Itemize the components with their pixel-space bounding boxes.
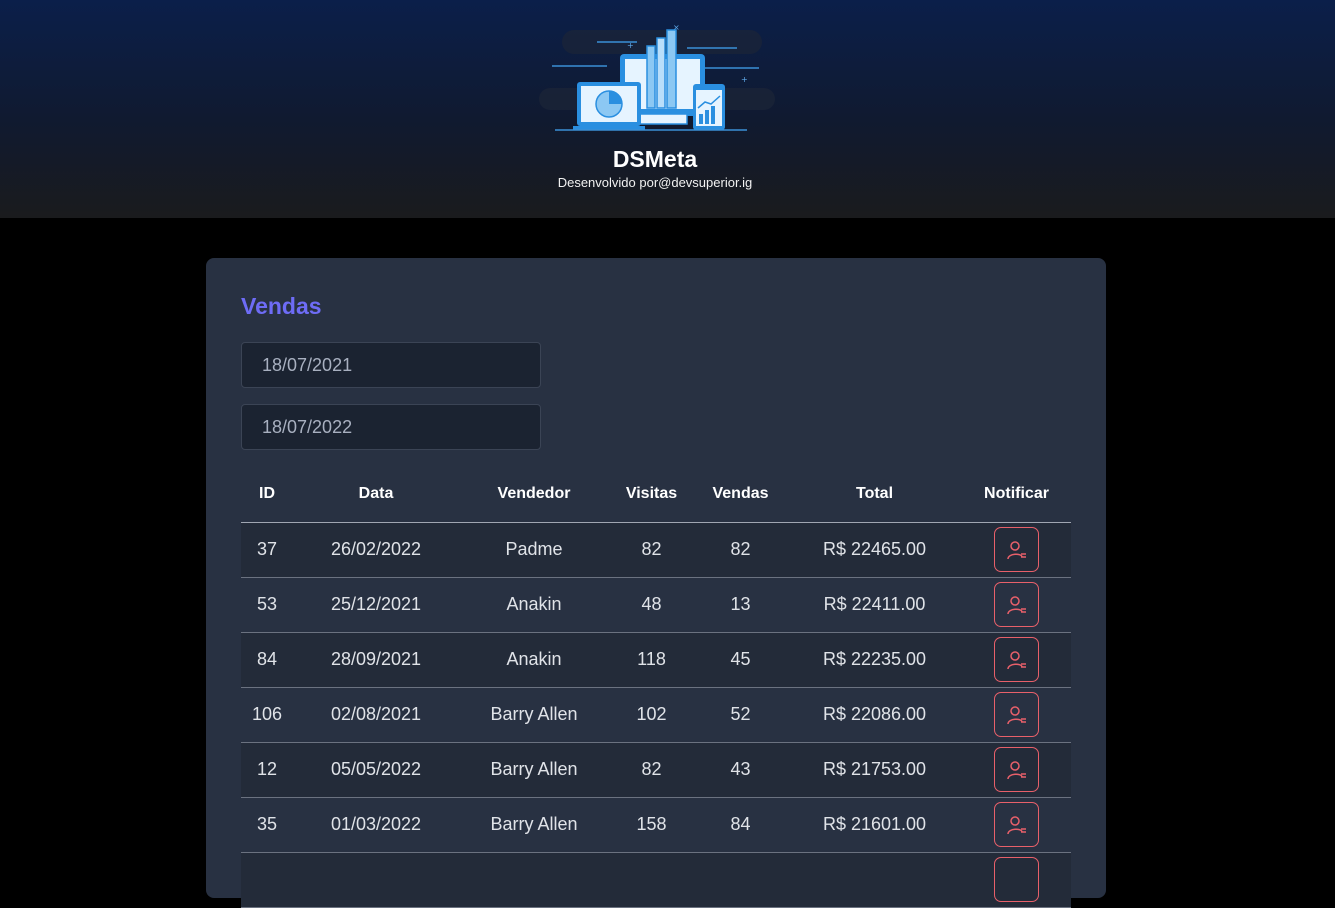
cell-deals: 82	[694, 522, 787, 578]
developer-credit: Desenvolvido por@devsuperior.ig	[557, 175, 753, 190]
cell-deals: 43	[694, 742, 787, 798]
cell-id: 37	[241, 522, 293, 578]
sales-card: Vendas ID Data Vendedor Visitas Vendas T…	[206, 258, 1106, 908]
cell-visits: 118	[609, 632, 694, 688]
table-header-row: ID Data Vendedor Visitas Vendas Total No…	[241, 466, 1071, 523]
cell-total: R$ 22235.00	[787, 632, 962, 688]
cell-total	[787, 852, 962, 908]
cell-total: R$ 22411.00	[787, 577, 962, 633]
cell-visits: 82	[609, 522, 694, 578]
cell-notify	[962, 797, 1071, 853]
user-notify-icon	[1006, 540, 1026, 559]
cell-notify	[962, 687, 1071, 743]
table-row: 37 26/02/2022 Padme 82 82 R$ 22465.00	[241, 522, 1071, 578]
column-header-visits: Visitas	[609, 466, 694, 523]
app-title: DSMeta	[612, 146, 698, 172]
cell-date: 05/05/2022	[293, 742, 459, 798]
sales-title: Vendas	[241, 293, 322, 319]
cell-notify	[962, 522, 1071, 578]
cell-visits: 48	[609, 577, 694, 633]
cell-notify	[962, 852, 1071, 908]
cell-notify	[962, 632, 1071, 688]
user-notify-icon	[1006, 650, 1026, 669]
user-notify-icon	[1006, 705, 1026, 724]
notify-button[interactable]	[994, 857, 1039, 902]
cell-seller: Padme	[459, 522, 609, 578]
app-header: × + + DSMeta Desenvolvido por@devsuperio…	[0, 0, 1335, 218]
cell-id	[241, 852, 293, 908]
cell-total: R$ 21753.00	[787, 742, 962, 798]
cell-deals: 45	[694, 632, 787, 688]
table-row: 35 01/03/2022 Barry Allen 158 84 R$ 2160…	[241, 797, 1071, 853]
cell-seller: Barry Allen	[459, 797, 609, 853]
cell-notify	[962, 742, 1071, 798]
cell-deals: 13	[694, 577, 787, 633]
sales-table: ID Data Vendedor Visitas Vendas Total No…	[241, 466, 1071, 908]
column-header-date: Data	[293, 466, 459, 523]
cell-visits: 158	[609, 797, 694, 853]
svg-text:+: +	[741, 75, 748, 84]
cell-total: R$ 22465.00	[787, 522, 962, 578]
start-date-input[interactable]	[241, 342, 541, 388]
cell-seller: Anakin	[459, 632, 609, 688]
dashboard-illustration-logo: × + +	[539, 23, 775, 131]
column-header-seller: Vendedor	[459, 466, 609, 523]
column-header-total: Total	[787, 466, 962, 523]
column-header-notify: Notificar	[962, 466, 1071, 523]
notify-button[interactable]	[994, 802, 1039, 847]
cell-deals: 84	[694, 797, 787, 853]
svg-text:+: +	[627, 41, 634, 50]
cell-seller: Barry Allen	[459, 742, 609, 798]
cell-date	[293, 852, 459, 908]
notify-button[interactable]	[994, 747, 1039, 792]
user-notify-icon	[1006, 595, 1026, 614]
cell-seller: Anakin	[459, 577, 609, 633]
notify-button[interactable]	[994, 527, 1039, 572]
cell-notify	[962, 577, 1071, 633]
cell-id: 106	[241, 687, 293, 743]
cell-date: 01/03/2022	[293, 797, 459, 853]
end-date-input[interactable]	[241, 404, 541, 450]
notify-button[interactable]	[994, 692, 1039, 737]
cell-id: 35	[241, 797, 293, 853]
cell-visits: 82	[609, 742, 694, 798]
cell-id: 84	[241, 632, 293, 688]
table-row: 12 05/05/2022 Barry Allen 82 43 R$ 21753…	[241, 742, 1071, 798]
notify-button[interactable]	[994, 582, 1039, 627]
table-row: 53 25/12/2021 Anakin 48 13 R$ 22411.00	[241, 577, 1071, 633]
table-row: 84 28/09/2021 Anakin 118 45 R$ 22235.00	[241, 632, 1071, 688]
cell-id: 53	[241, 577, 293, 633]
cell-total: R$ 22086.00	[787, 687, 962, 743]
table-row	[241, 852, 1071, 908]
cell-deals: 52	[694, 687, 787, 743]
cell-total: R$ 21601.00	[787, 797, 962, 853]
cell-date: 25/12/2021	[293, 577, 459, 633]
user-notify-icon	[1006, 815, 1026, 834]
cell-deals	[694, 852, 787, 908]
cell-date: 02/08/2021	[293, 687, 459, 743]
cell-date: 26/02/2022	[293, 522, 459, 578]
cell-visits	[609, 852, 694, 908]
cell-visits: 102	[609, 687, 694, 743]
notify-button[interactable]	[994, 637, 1039, 682]
column-header-id: ID	[241, 466, 293, 523]
cell-seller	[459, 852, 609, 908]
cell-id: 12	[241, 742, 293, 798]
user-notify-icon	[1006, 760, 1026, 779]
cell-date: 28/09/2021	[293, 632, 459, 688]
cell-seller: Barry Allen	[459, 687, 609, 743]
table-row: 106 02/08/2021 Barry Allen 102 52 R$ 220…	[241, 687, 1071, 743]
column-header-deals: Vendas	[694, 466, 787, 523]
